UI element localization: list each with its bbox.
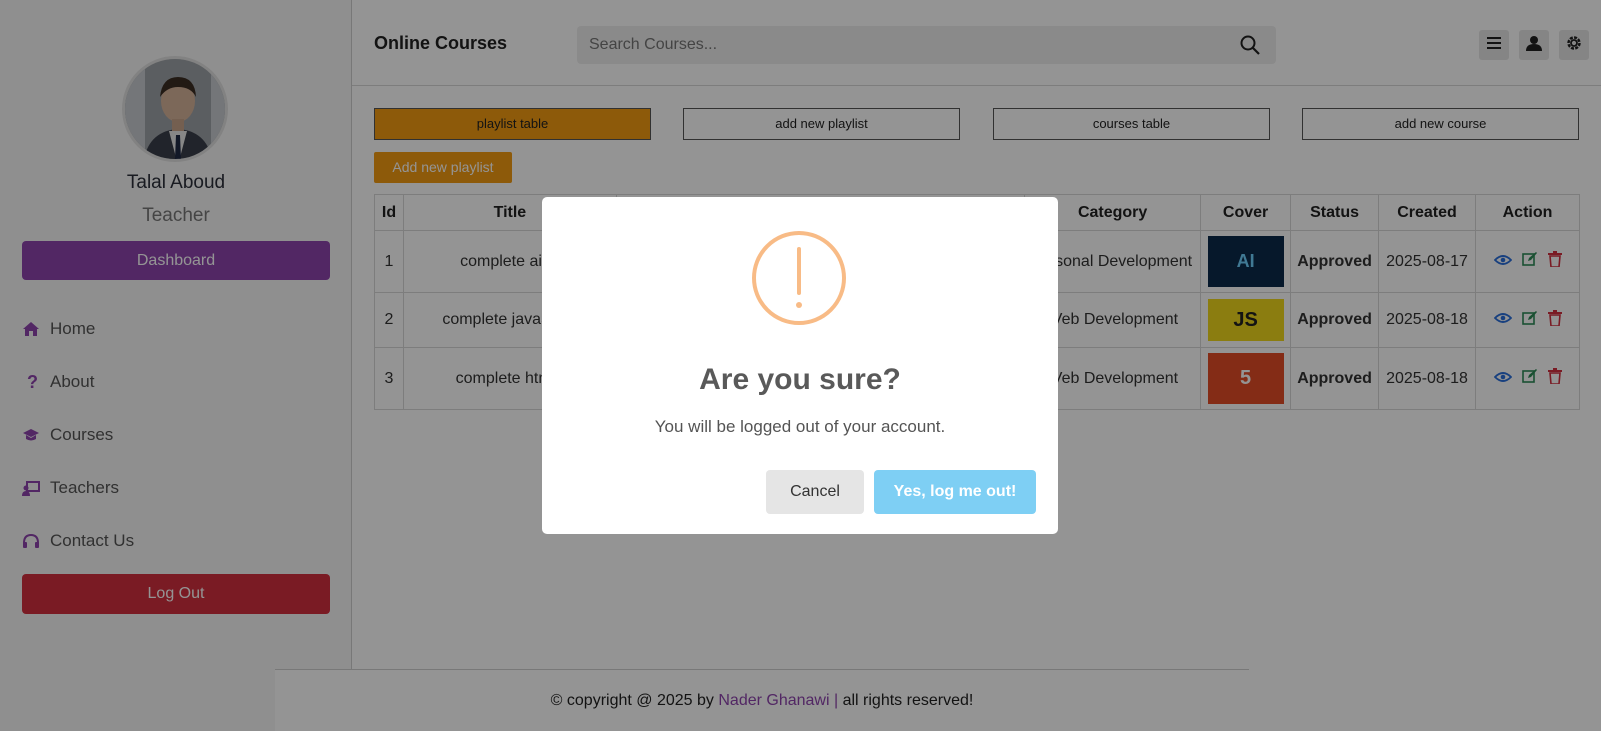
confirm-logout-button[interactable]: Yes, log me out!	[874, 470, 1036, 514]
dialog-title: Are you sure?	[699, 363, 901, 396]
warning-icon-bar	[797, 247, 801, 295]
dialog-text: You will be logged out of your account.	[654, 417, 946, 436]
warning-icon	[752, 231, 846, 325]
warning-icon-dot	[796, 302, 802, 308]
cancel-button[interactable]: Cancel	[766, 470, 864, 514]
logout-confirm-dialog: Are you sure? You will be logged out of …	[542, 197, 1058, 534]
